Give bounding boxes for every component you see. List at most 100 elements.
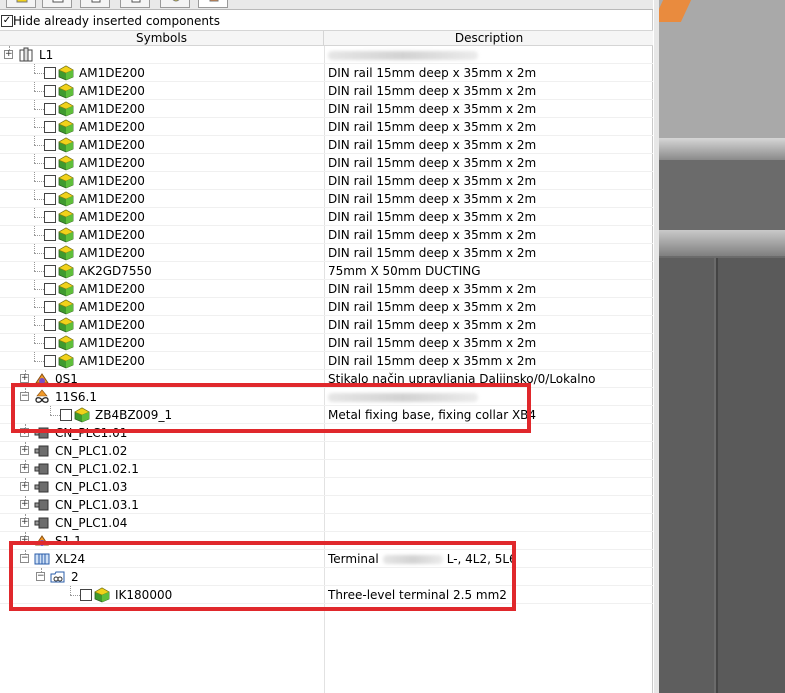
- 3d-viewport[interactable]: [654, 0, 785, 693]
- row-checkbox[interactable]: [44, 301, 56, 313]
- row-checkbox[interactable]: [44, 157, 56, 169]
- cabinet-door-left: [654, 258, 714, 693]
- tab-components[interactable]: [6, 0, 36, 8]
- row-symbol: AM1DE200: [79, 354, 145, 368]
- viewport-scrollbar[interactable]: [654, 0, 659, 693]
- tree-row[interactable]: AK2GD7550 75mm X 50mm DUCTING: [0, 262, 653, 280]
- expand-icon[interactable]: +: [4, 50, 13, 59]
- row-checkbox[interactable]: [44, 175, 56, 187]
- hide-inserted-option[interactable]: ✓ Hide already inserted components: [0, 13, 653, 31]
- tree-connector: [34, 91, 44, 92]
- part-icon: [58, 263, 74, 279]
- row-checkbox[interactable]: [44, 265, 56, 277]
- tree-connector: [34, 163, 44, 164]
- tree-row[interactable]: AM1DE200 DIN rail 15mm deep x 35mm x 2m: [0, 64, 653, 82]
- tree-row[interactable]: AM1DE200 DIN rail 15mm deep x 35mm x 2m: [0, 172, 653, 190]
- row-checkbox[interactable]: [44, 193, 56, 205]
- part-icon: [58, 317, 74, 333]
- tree-row[interactable]: AM1DE200 DIN rail 15mm deep x 35mm x 2m: [0, 136, 653, 154]
- tree-connector: [34, 361, 44, 362]
- tab-info[interactable]: [160, 0, 190, 8]
- tree-row[interactable]: AM1DE200 DIN rail 15mm deep x 35mm x 2m: [0, 190, 653, 208]
- column-header-symbols[interactable]: Symbols: [0, 31, 324, 46]
- tree-row[interactable]: + CN_PLC1.02.1: [0, 460, 653, 478]
- tree-guide: [25, 370, 26, 374]
- part-icon: [58, 299, 74, 315]
- expand-icon[interactable]: +: [20, 500, 29, 509]
- tree-row[interactable]: AM1DE200 DIN rail 15mm deep x 35mm x 2m: [0, 280, 653, 298]
- tree-connector: [34, 181, 44, 182]
- row-symbol: AM1DE200: [79, 156, 145, 170]
- tree-row[interactable]: AM1DE200 DIN rail 15mm deep x 35mm x 2m: [0, 316, 653, 334]
- row-checkbox[interactable]: [44, 139, 56, 151]
- tree-row[interactable]: AM1DE200 DIN rail 15mm deep x 35mm x 2m: [0, 334, 653, 352]
- tree-row[interactable]: AM1DE200 DIN rail 15mm deep x 35mm x 2m: [0, 226, 653, 244]
- tree-guide: [9, 46, 10, 50]
- tree-guide: [34, 244, 35, 253]
- tree-row[interactable]: AM1DE200 DIN rail 15mm deep x 35mm x 2m: [0, 82, 653, 100]
- flag-icon: [91, 0, 101, 3]
- row-checkbox[interactable]: [44, 355, 56, 367]
- part-icon: [58, 65, 74, 81]
- tree-guide: [34, 226, 35, 235]
- expand-icon[interactable]: +: [20, 446, 29, 455]
- row-description: DIN rail 15mm deep x 35mm x 2m: [328, 102, 537, 116]
- tree-guide: [34, 136, 35, 145]
- row-symbol: CN_PLC1.04: [55, 516, 128, 530]
- tree-guide: [34, 118, 35, 127]
- row-symbol: AM1DE200: [79, 336, 145, 350]
- tree-row[interactable]: AM1DE200 DIN rail 15mm deep x 35mm x 2m: [0, 244, 653, 262]
- tree-row[interactable]: + CN_PLC1.02: [0, 442, 653, 460]
- tree-connector: [34, 343, 44, 344]
- tree-connector: [34, 289, 44, 290]
- row-checkbox[interactable]: [44, 319, 56, 331]
- tree-guide: [34, 154, 35, 163]
- tab-pin[interactable]: [120, 0, 150, 8]
- expand-icon[interactable]: +: [20, 518, 29, 527]
- tree-guide: [34, 82, 35, 91]
- row-checkbox[interactable]: [44, 229, 56, 241]
- tree-row[interactable]: + CN_PLC1.03.1: [0, 496, 653, 514]
- tree-row[interactable]: AM1DE200 DIN rail 15mm deep x 35mm x 2m: [0, 100, 653, 118]
- row-symbol: AM1DE200: [79, 120, 145, 134]
- row-checkbox[interactable]: [44, 67, 56, 79]
- panel-tab-strip: [0, 0, 653, 10]
- row-description: [328, 48, 478, 62]
- row-description: DIN rail 15mm deep x 35mm x 2m: [328, 192, 537, 206]
- tree-guide: [25, 532, 26, 536]
- tree-row[interactable]: AM1DE200 DIN rail 15mm deep x 35mm x 2m: [0, 298, 653, 316]
- tab-3d-parts[interactable]: [198, 0, 228, 8]
- row-checkbox[interactable]: [44, 121, 56, 133]
- row-checkbox[interactable]: [44, 247, 56, 259]
- tree-row[interactable]: + CN_PLC1.03: [0, 478, 653, 496]
- tree-row[interactable]: AM1DE200 DIN rail 15mm deep x 35mm x 2m: [0, 352, 653, 370]
- part-icon: [58, 209, 74, 225]
- row-symbol: AM1DE200: [79, 246, 145, 260]
- row-description: DIN rail 15mm deep x 35mm x 2m: [328, 156, 537, 170]
- tree-row[interactable]: AM1DE200 DIN rail 15mm deep x 35mm x 2m: [0, 208, 653, 226]
- tree-row[interactable]: AM1DE200 DIN rail 15mm deep x 35mm x 2m: [0, 118, 653, 136]
- row-symbol: L1: [39, 48, 54, 62]
- part-icon: [58, 119, 74, 135]
- tree-connector: [34, 127, 44, 128]
- expand-icon[interactable]: +: [20, 482, 29, 491]
- column-header-description[interactable]: Description: [325, 31, 653, 46]
- row-symbol: AM1DE200: [79, 282, 145, 296]
- tree-row[interactable]: + L1: [0, 46, 653, 64]
- expand-icon[interactable]: +: [20, 464, 29, 473]
- part-icon: [58, 281, 74, 297]
- tree-row[interactable]: + CN_PLC1.04: [0, 514, 653, 532]
- row-checkbox[interactable]: [44, 211, 56, 223]
- row-checkbox[interactable]: [44, 337, 56, 349]
- part-icon: [58, 83, 74, 99]
- hide-inserted-checkbox[interactable]: ✓: [1, 15, 13, 27]
- row-checkbox[interactable]: [44, 283, 56, 295]
- tab-list[interactable]: [42, 0, 72, 8]
- tab-flag[interactable]: [80, 0, 110, 8]
- row-symbol: AM1DE200: [79, 66, 145, 80]
- tree-row[interactable]: AM1DE200 DIN rail 15mm deep x 35mm x 2m: [0, 154, 653, 172]
- row-symbol: CN_PLC1.02: [55, 444, 128, 458]
- row-checkbox[interactable]: [44, 85, 56, 97]
- expand-icon[interactable]: +: [20, 374, 29, 383]
- row-checkbox[interactable]: [44, 103, 56, 115]
